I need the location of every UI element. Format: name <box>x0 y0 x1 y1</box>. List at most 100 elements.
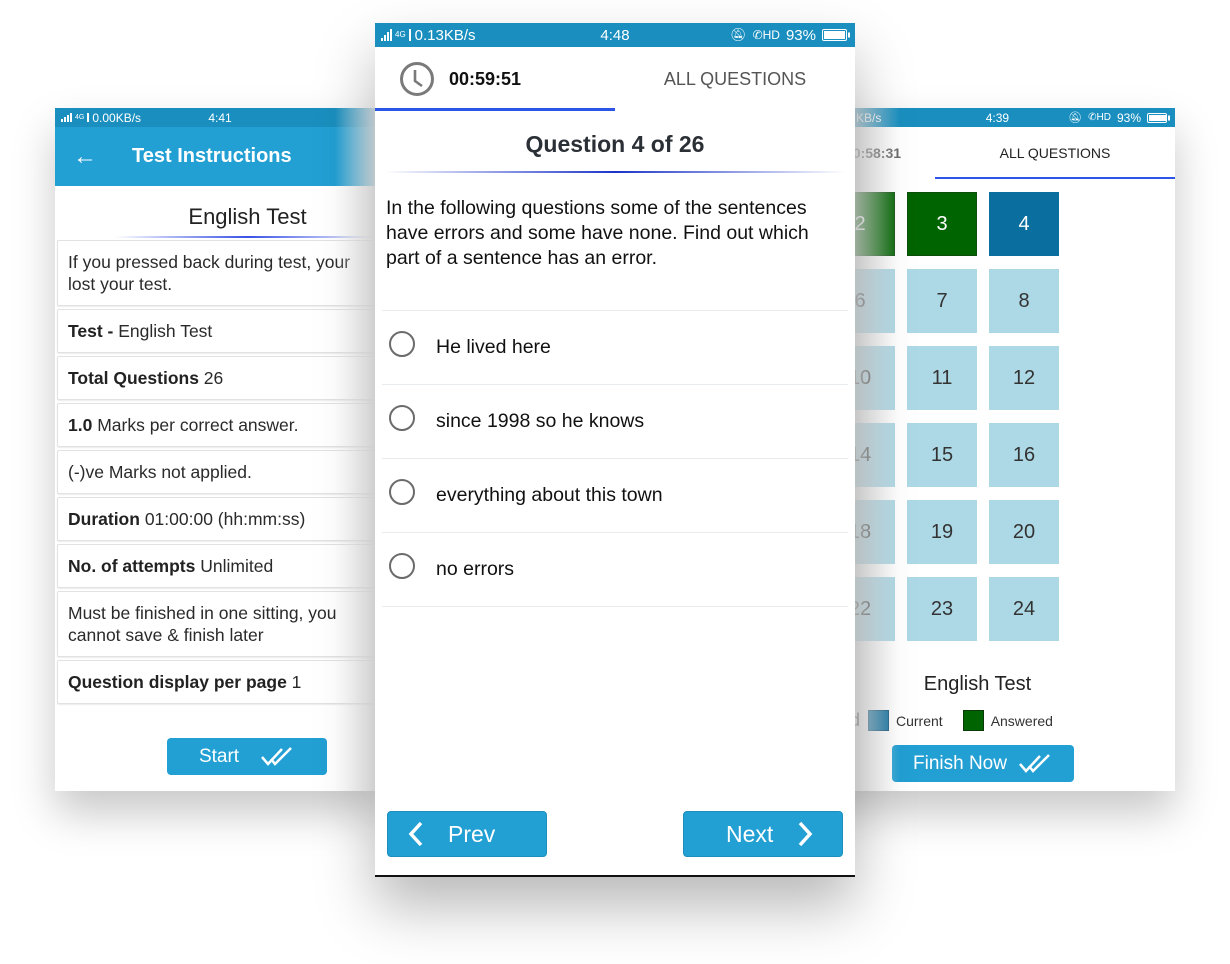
status-time: 4:41 <box>208 110 232 125</box>
question-heading: Question 4 of 26 <box>525 131 705 157</box>
answer-option[interactable]: no errors <box>382 533 848 607</box>
question-cell-7[interactable]: 7 <box>907 269 977 333</box>
double-check-icon <box>1019 753 1050 773</box>
question-cell-3[interactable]: 3 <box>907 192 977 256</box>
instruction-item: Test - English Test <box>57 309 385 353</box>
hd-call-icon: ✆HD <box>1088 112 1111 123</box>
radio-button[interactable] <box>389 552 415 579</box>
instruction-item: Must be finished in one sitting, you can… <box>57 591 385 657</box>
question-cell-24[interactable]: 24 <box>989 577 1059 641</box>
option-label: no errors <box>436 558 515 580</box>
instruction-label: Question display per page <box>68 672 292 692</box>
instruction-value: 01:00:00 (hh:mm:ss) <box>144 509 306 529</box>
battery-icon <box>822 29 847 41</box>
chevron-left-icon <box>408 821 423 847</box>
tab-bar: 00:59:51 ALL QUESTIONS <box>375 47 855 111</box>
hd-call-icon: ✆HD <box>752 28 780 42</box>
option-label: He lived here <box>436 336 551 358</box>
instruction-value: Must be finished in one sitting, you can… <box>68 603 342 645</box>
status-time: 4:48 <box>600 26 630 44</box>
radio-button[interactable] <box>389 404 415 431</box>
question-screen: 4G 0.13KB/s 4:48 🔕︎ ✆HD 93% 00:59:51 ALL… <box>375 23 855 877</box>
question-cell-4[interactable]: 4 <box>989 192 1059 256</box>
prev-label: Prev <box>448 820 496 847</box>
mute-icon: 🔕︎ <box>730 27 747 42</box>
question-text: In the following questions some of the s… <box>386 197 809 269</box>
instruction-text: If you pressed back during test, your lo… <box>68 251 374 295</box>
instruction-value: English Test <box>118 321 213 341</box>
status-time: 4:39 <box>985 110 1010 125</box>
instruction-item: 1.0 Marks per correct answer. <box>57 403 385 447</box>
back-arrow-icon[interactable]: ← <box>55 143 115 171</box>
instruction-text: No. of attempts Unlimited <box>68 555 273 577</box>
question-cell-19[interactable]: 19 <box>907 500 977 564</box>
question-cell-23[interactable]: 23 <box>907 577 977 641</box>
instructions-screen: 4G 0.00KB/s 4:41 ← Test Instructions Eng… <box>55 108 385 791</box>
instruction-item: (-)ve Marks not applied. <box>57 450 385 494</box>
network-speed: KB/s <box>856 110 882 125</box>
battery-percent: 93% <box>785 26 816 44</box>
question-cell-8[interactable]: 8 <box>989 269 1059 333</box>
timer-text: 00:59:51 <box>449 68 522 89</box>
battery-icon <box>1147 112 1167 123</box>
start-button[interactable]: Start <box>167 738 327 775</box>
legend: Unanswered Current Answered <box>759 710 1053 731</box>
finish-now-label: Finish Now <box>913 752 1007 774</box>
next-button[interactable]: Next <box>683 811 843 857</box>
tab-all-questions[interactable]: ALL QUESTIONS <box>615 47 855 111</box>
instruction-item: No. of attempts Unlimited <box>57 544 385 588</box>
tab-all-questions-label: ALL QUESTIONS <box>999 145 1111 161</box>
question-cell-11[interactable]: 11 <box>907 346 977 410</box>
instruction-value: 26 <box>203 368 224 388</box>
question-cell-15[interactable]: 15 <box>907 423 977 487</box>
clock-icon <box>400 62 434 96</box>
finish-now-button[interactable]: Finish Now <box>892 745 1074 782</box>
signal-icon: 4G <box>61 113 90 122</box>
mute-icon: 🔕︎ <box>1068 112 1083 124</box>
instruction-value: 1 <box>291 672 302 692</box>
instruction-text: Test - English Test <box>68 320 212 342</box>
question-cell-16[interactable]: 16 <box>989 423 1059 487</box>
start-label: Start <box>198 745 240 767</box>
answer-option[interactable]: He lived here <box>382 311 848 385</box>
battery-percent: 93% <box>1116 110 1141 125</box>
answer-option[interactable]: since 1998 so he knows <box>382 385 848 459</box>
instruction-text: (-)ve Marks not applied. <box>68 461 252 483</box>
option-label: everything about this town <box>436 484 663 506</box>
prev-button[interactable]: Prev <box>387 811 547 857</box>
test-title: English Test <box>188 204 307 229</box>
instruction-value: If you pressed back during test, your lo… <box>68 252 355 294</box>
question-cell-12[interactable]: 12 <box>989 346 1059 410</box>
instructions-list: If you pressed back during test, your lo… <box>57 240 385 707</box>
radio-button[interactable] <box>389 478 415 505</box>
network-speed: 0.00KB/s <box>92 110 142 125</box>
tab-all-questions[interactable]: ALL QUESTIONS <box>935 127 1175 179</box>
status-bar: 4G 0.13KB/s 4:48 🔕︎ ✆HD 93% <box>375 23 855 47</box>
instruction-text: 1.0 Marks per correct answer. <box>68 414 299 436</box>
legend-answered-label: Answered <box>990 712 1053 729</box>
instruction-value: Marks per correct answer. <box>97 415 299 435</box>
legend-current-swatch <box>868 710 889 731</box>
title-divider <box>115 236 380 238</box>
instruction-label: 1.0 <box>68 415 98 435</box>
question-cell-20[interactable]: 20 <box>989 500 1059 564</box>
instruction-label: Total Questions <box>68 368 204 388</box>
instruction-item: Total Questions 26 <box>57 356 385 400</box>
test-title: English Test <box>923 673 1032 695</box>
network-speed: 0.13KB/s <box>414 26 476 44</box>
instruction-text: Total Questions 26 <box>68 367 223 389</box>
tab-timer[interactable]: 00:59:51 <box>375 47 615 111</box>
instruction-text: Duration 01:00:00 (hh:mm:ss) <box>68 508 305 530</box>
legend-answered-swatch <box>962 710 984 731</box>
answer-options: He lived here since 1998 so he knows every… <box>382 310 848 607</box>
instruction-item: Duration 01:00:00 (hh:mm:ss) <box>57 497 385 541</box>
instruction-value: Unlimited <box>200 556 274 576</box>
answer-option[interactable]: everything about this town <box>382 459 848 533</box>
instruction-label: No. of attempts <box>68 556 201 576</box>
double-check-icon <box>261 746 292 766</box>
page-title: Test Instructions <box>132 145 292 167</box>
radio-button[interactable] <box>389 330 415 357</box>
status-bar: 4G 0.00KB/s 4:41 <box>55 108 385 127</box>
instruction-item: If you pressed back during test, your lo… <box>57 240 385 306</box>
instruction-text: Question display per page 1 <box>68 671 301 693</box>
